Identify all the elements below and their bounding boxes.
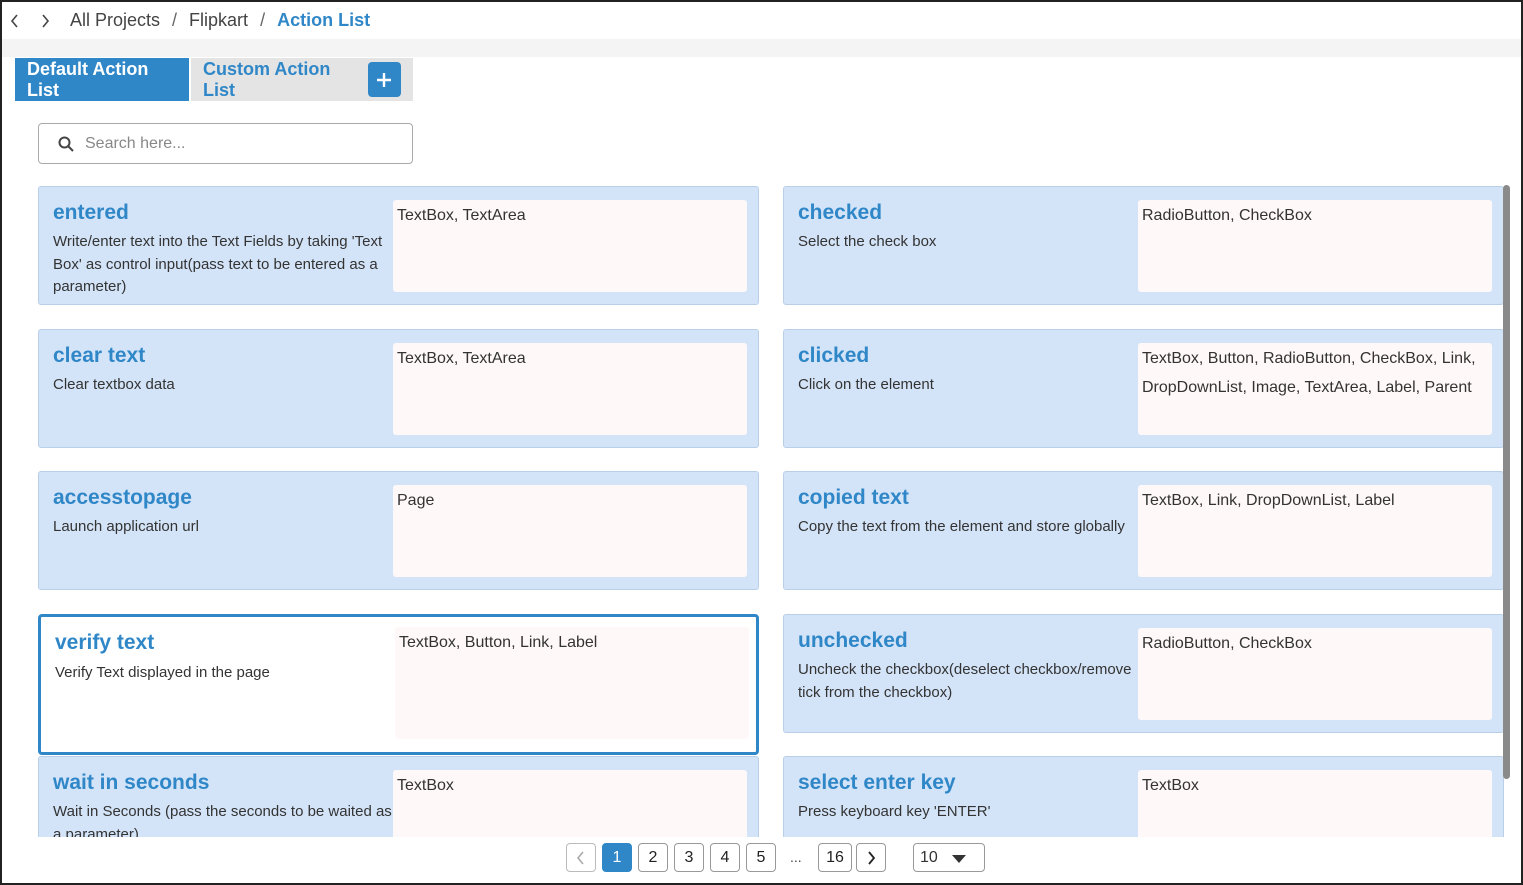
action-controls: TextBox	[393, 770, 747, 837]
action-title: unchecked	[798, 629, 908, 652]
action-title: clear text	[53, 344, 146, 367]
action-description: Press keyboard key 'ENTER'	[798, 803, 991, 820]
forward-arrow-icon[interactable]	[34, 10, 56, 32]
action-title: entered	[53, 201, 129, 224]
tab-custom-action-list[interactable]: Custom Action List	[191, 58, 413, 101]
action-description: Launch application url	[53, 518, 199, 535]
plus-icon	[377, 72, 392, 87]
action-title: verify text	[55, 631, 155, 654]
tab-custom-label: Custom Action List	[203, 58, 331, 100]
breadcrumb-separator: /	[260, 10, 266, 30]
action-description: Copy the text from the element and store…	[798, 518, 1125, 535]
caret-down-icon	[952, 855, 966, 863]
pagination-ellipsis: ...	[790, 849, 802, 865]
next-page-button[interactable]	[856, 843, 886, 872]
action-description: Uncheck the checkbox(deselect checkbox/r…	[798, 661, 1132, 701]
action-card[interactable]: clear text Clear textbox data TextBox, T…	[38, 329, 759, 448]
action-controls: TextBox, Button, Link, Label	[395, 627, 749, 739]
action-description: Verify Text displayed in the page	[55, 664, 270, 681]
action-controls: TextBox, TextArea	[393, 200, 747, 292]
action-card-selected[interactable]: verify text Verify Text displayed in the…	[38, 614, 759, 755]
action-card[interactable]: accesstopage Launch application url Page	[38, 471, 759, 590]
tab-default-action-list[interactable]: Default Action List	[15, 58, 189, 101]
chevron-right-icon	[868, 850, 876, 865]
page-button-3[interactable]: 3	[674, 843, 704, 872]
action-description: Select the check box	[798, 233, 937, 250]
action-title: copied text	[798, 486, 909, 509]
action-controls: Page	[393, 485, 747, 577]
action-title: checked	[798, 201, 883, 224]
action-card[interactable]: unchecked Uncheck the checkbox(deselect …	[783, 614, 1504, 733]
prev-page-button[interactable]	[566, 843, 596, 872]
page-size-value: 10	[920, 848, 938, 866]
tab-bar: Default Action List Custom Action List	[15, 58, 413, 101]
action-card[interactable]: entered Write/enter text into the Text F…	[38, 186, 759, 305]
page-button-last[interactable]: 16	[818, 843, 852, 872]
breadcrumb: All Projects / Flipkart / Action List	[70, 10, 370, 31]
action-description: Wait in Seconds (pass the seconds to be …	[53, 803, 392, 837]
action-title: clicked	[798, 344, 870, 367]
page-button-4[interactable]: 4	[710, 843, 740, 872]
action-description: Click on the element	[798, 376, 934, 393]
search-icon	[58, 136, 74, 152]
vertical-scrollbar[interactable]	[1503, 185, 1510, 779]
scrollbar-thumb[interactable]	[1503, 185, 1510, 779]
action-controls: TextBox, Link, DropDownList, Label	[1138, 485, 1492, 577]
main-panel: Default Action List Custom Action List e…	[2, 57, 1521, 883]
action-description: Write/enter text into the Text Fields by…	[53, 233, 383, 295]
page-button-1[interactable]: 1	[602, 843, 632, 872]
action-card[interactable]: select enter key Press keyboard key 'ENT…	[783, 756, 1504, 837]
action-controls: RadioButton, CheckBox	[1138, 628, 1492, 720]
breadcrumb-project[interactable]: Flipkart	[189, 10, 248, 31]
page-size-select[interactable]: 10	[913, 843, 985, 872]
action-card[interactable]: checked Select the check box RadioButton…	[783, 186, 1504, 305]
page-button-5[interactable]: 5	[746, 843, 776, 872]
search-input[interactable]	[85, 134, 385, 153]
action-controls: TextBox, Button, RadioButton, CheckBox, …	[1138, 343, 1492, 435]
add-custom-action-button[interactable]	[367, 62, 401, 97]
breadcrumb-all-projects[interactable]: All Projects	[70, 10, 160, 31]
action-list-content: entered Write/enter text into the Text F…	[15, 101, 1511, 837]
chevron-left-icon	[576, 850, 584, 865]
action-title: select enter key	[798, 771, 956, 794]
action-controls: RadioButton, CheckBox	[1138, 200, 1492, 292]
search-box	[38, 123, 413, 164]
action-title: accesstopage	[53, 486, 192, 509]
breadcrumb-separator: /	[172, 10, 178, 30]
action-controls: TextBox, TextArea	[393, 343, 747, 435]
action-card[interactable]: copied text Copy the text from the eleme…	[783, 471, 1504, 590]
page-button-2[interactable]: 2	[638, 843, 668, 872]
back-arrow-icon[interactable]	[4, 10, 26, 32]
breadcrumb-current: Action List	[277, 10, 371, 30]
action-card[interactable]: wait in seconds Wait in Seconds (pass th…	[38, 756, 759, 837]
action-controls: TextBox	[1138, 770, 1492, 837]
pagination: 1 2 3 4 5 ... 16 10	[2, 837, 1521, 883]
action-description: Clear textbox data	[53, 376, 175, 393]
action-card[interactable]: clicked Click on the element TextBox, Bu…	[783, 329, 1504, 448]
action-title: wait in seconds	[53, 771, 210, 794]
top-bar: All Projects / Flipkart / Action List	[2, 2, 1521, 39]
